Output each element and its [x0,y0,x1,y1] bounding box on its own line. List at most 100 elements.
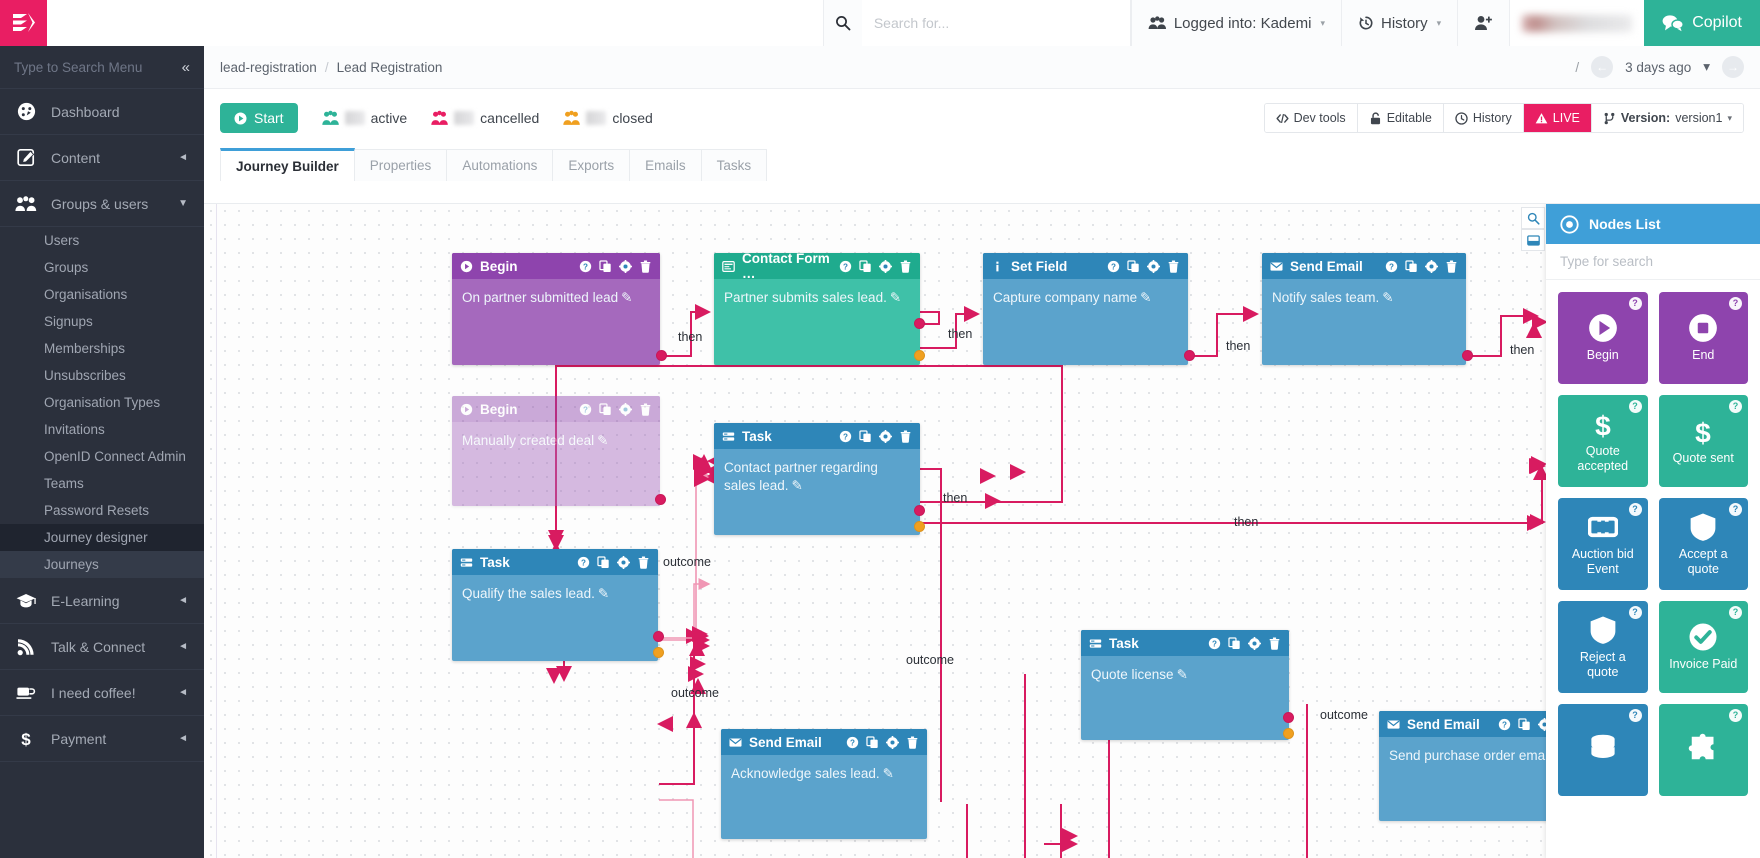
copy-icon[interactable] [597,555,610,569]
live-button[interactable]: LIVE [1523,104,1592,132]
tab-journey-builder[interactable]: Journey Builder [220,148,355,181]
search-button[interactable] [823,0,862,46]
trash-icon[interactable] [1167,259,1180,273]
help-icon[interactable]: ? [846,736,859,749]
sidebar-item-memberships[interactable]: Memberships [0,335,204,362]
sidebar-item-unsubscribes[interactable]: Unsubscribes [0,362,204,389]
help-icon[interactable]: ? [1628,606,1642,619]
edit-pencil-icon[interactable]: ✎ [1382,290,1393,305]
sidebar-item-journeys[interactable]: Journeys [0,551,204,578]
edit-pencil-icon[interactable]: ✎ [792,478,803,493]
copilot-button[interactable]: Copilot [1644,0,1760,46]
chevron-left-icon[interactable]: ◄ [178,687,188,698]
sidebar-item-journey-designer[interactable]: Journey designer [0,524,204,551]
trash-icon[interactable] [906,735,919,749]
add-user-button[interactable] [1457,0,1510,46]
flow-node-n3[interactable]: Set Field? Capture company name ✎ [983,253,1188,365]
flow-node-n1[interactable]: Begin? On partner submitted lead ✎ [452,253,660,365]
palette-node-auction-bid-event[interactable]: ? Auction bid Event [1558,498,1648,590]
sidebar-item-organisations[interactable]: Organisations [0,281,204,308]
brand-logo[interactable] [0,0,47,46]
sidebar-item-teams[interactable]: Teams [0,470,204,497]
palette-node-puzzle[interactable]: ? [1658,704,1748,796]
copy-icon[interactable] [866,735,879,749]
edit-pencil-icon[interactable]: ✎ [621,290,632,305]
sidebar-item-users[interactable]: Users [0,227,204,254]
palette-node-database[interactable]: ? [1558,704,1648,796]
gear-icon[interactable] [1248,636,1261,650]
tab-tasks[interactable]: Tasks [701,149,768,181]
nodes-list-search[interactable]: Type for search [1546,244,1760,280]
copy-icon[interactable] [599,259,612,273]
edit-pencil-icon[interactable]: ✎ [1177,667,1188,682]
flow-node-n8[interactable]: Task? Quote license ✎ [1081,630,1289,740]
edit-pencil-icon[interactable]: ✎ [597,433,608,448]
help-icon[interactable]: ? [1385,260,1398,273]
node-connector-dot[interactable] [656,350,667,361]
node-connector-dot[interactable] [1184,350,1195,361]
copy-icon[interactable] [1228,636,1241,650]
start-button[interactable]: Start [220,103,298,133]
node-connector-dot[interactable] [1462,350,1473,361]
breadcrumb-item-0[interactable]: lead-registration [220,60,317,75]
help-icon[interactable]: ? [579,403,592,416]
sidebar-item-groups-users[interactable]: Groups & users ▼ [0,181,204,227]
double-chevron-left-icon[interactable]: « [182,59,190,76]
copy-icon[interactable] [859,429,872,443]
arrow-left-circle-icon[interactable]: ← [1591,56,1614,78]
status-counter-cancelled[interactable]: cancelled [431,110,539,127]
sidebar-item-signups[interactable]: Signups [0,308,204,335]
editable-button[interactable]: Editable [1357,104,1444,132]
flow-node-n5[interactable]: Begin? Manually created deal ✎ [452,396,660,506]
gear-icon[interactable] [1147,259,1160,273]
trash-icon[interactable] [899,429,912,443]
copy-icon[interactable] [859,259,872,273]
gear-icon[interactable] [886,735,899,749]
sidebar-item-openid-connect-admin[interactable]: OpenID Connect Admin [0,443,204,470]
node-connector-dot[interactable] [914,350,925,361]
trash-icon[interactable] [1445,259,1458,273]
help-icon[interactable]: ? [577,556,590,569]
chevron-left-icon[interactable]: ◄ [178,641,188,652]
gear-icon[interactable] [879,429,892,443]
gear-icon[interactable] [619,259,632,273]
help-icon[interactable]: ? [1107,260,1120,273]
flow-node-n4[interactable]: Send Email? Notify sales team. ✎ [1262,253,1466,365]
edit-pencil-icon[interactable]: ✎ [883,766,894,781]
help-icon[interactable]: ? [839,430,852,443]
palette-node-end[interactable]: ? End [1658,292,1748,384]
logged-into-menu[interactable]: Logged into: Kademi ▾ [1130,0,1341,46]
status-counter-closed[interactable]: closed [563,110,653,127]
sidebar-item-dashboard[interactable]: Dashboard [0,89,204,135]
sidebar-item-i-need-coffee-[interactable]: I need coffee! ◄ [0,670,204,716]
edit-pencil-icon[interactable]: ✎ [890,290,901,305]
status-counter-active[interactable]: active [321,110,407,127]
fit-window-icon[interactable] [1521,229,1545,251]
sidebar-item-payment[interactable]: $ Payment ◄ [0,716,204,762]
gear-icon[interactable] [1425,259,1438,273]
help-icon[interactable]: ? [579,260,592,273]
edit-pencil-icon[interactable]: ✎ [598,586,609,601]
tab-automations[interactable]: Automations [447,149,554,181]
help-icon[interactable]: ? [1628,400,1642,413]
node-connector-dot[interactable] [653,631,664,642]
flow-node-n9[interactable]: Send Email? Acknowledge sales lead. ✎ [721,729,927,839]
help-icon[interactable]: ? [1729,297,1742,310]
account-avatar-redacted[interactable] [1509,0,1645,46]
node-connector-dot[interactable] [655,494,666,505]
help-icon[interactable]: ? [839,260,852,273]
palette-node-begin[interactable]: ? Begin [1558,292,1648,384]
help-icon[interactable]: ? [1729,400,1742,413]
help-icon[interactable]: ? [1208,637,1221,650]
palette-node-reject-a-quote[interactable]: ? Reject a quote [1558,601,1648,693]
journey-canvas[interactable]: Begin? On partner submitted lead ✎ Contact … [204,203,1760,858]
flow-node-n2[interactable]: Contact Form …? Partner submits sales lea… [714,253,920,365]
chevron-left-icon[interactable]: ◄ [178,733,188,744]
trash-icon[interactable] [639,259,652,273]
help-icon[interactable]: ? [1729,606,1742,619]
trash-icon[interactable] [899,259,912,273]
sidebar-item-talk-connect[interactable]: Talk & Connect ◄ [0,624,204,670]
chevron-left-icon[interactable]: ◄ [178,152,188,163]
palette-node-quote-sent[interactable]: ? $ Quote sent [1658,395,1748,487]
edit-pencil-icon[interactable]: ✎ [1140,290,1151,305]
